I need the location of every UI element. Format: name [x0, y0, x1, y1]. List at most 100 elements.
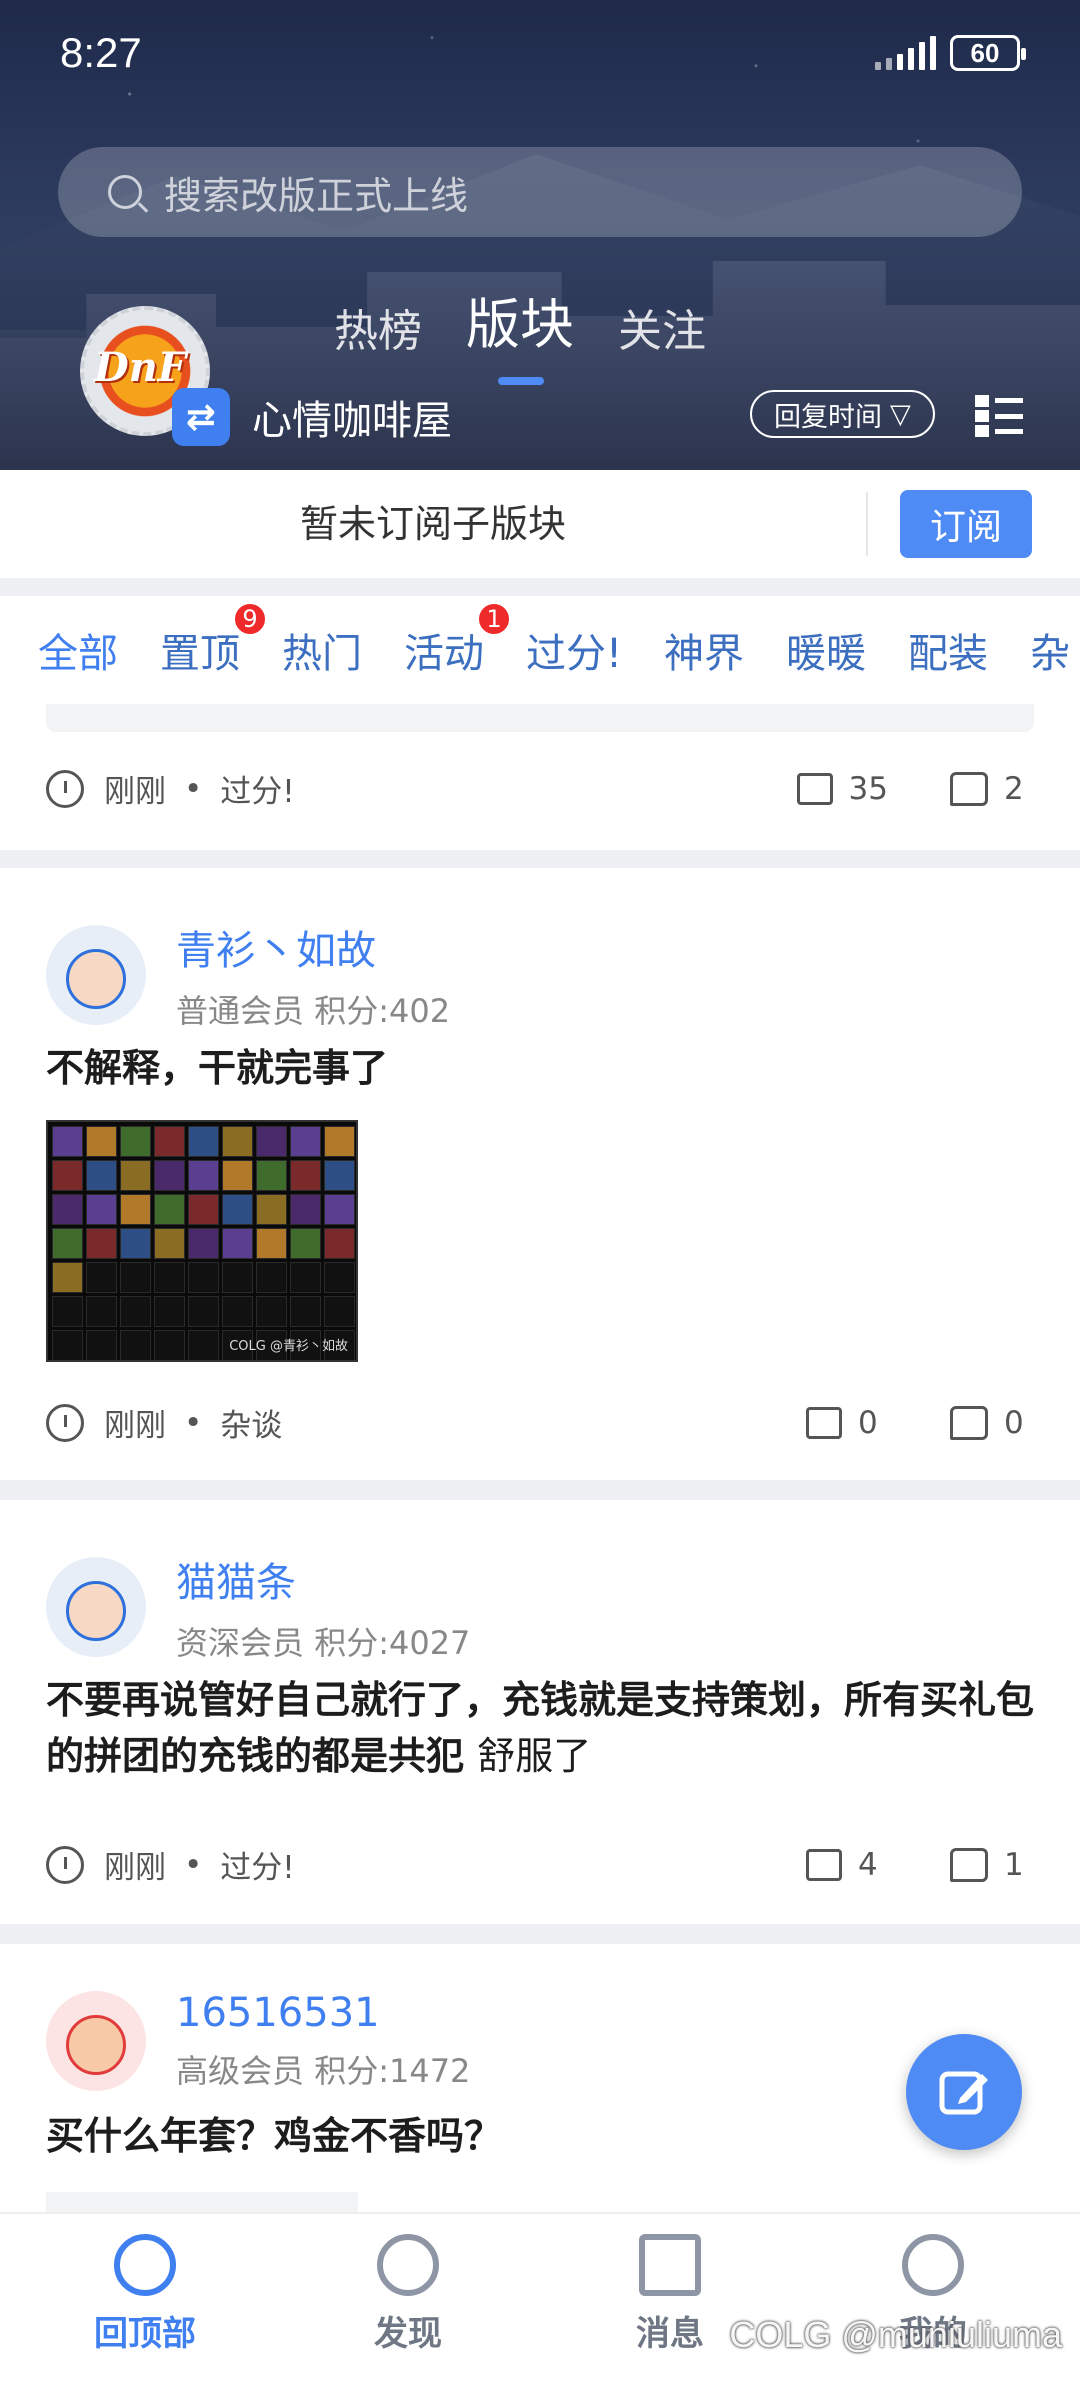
post-image[interactable]: COLG @青衫丶如故	[46, 1120, 358, 1362]
category-hot[interactable]: 热门	[282, 621, 362, 679]
thumbs-up-icon[interactable]	[950, 771, 988, 806]
post-time: 刚刚	[104, 774, 166, 810]
post-card[interactable]: 猫猫条 资深会员 积分:4027 不要再说管好自己就行了，充钱就是支持策划，所有…	[0, 1500, 1080, 1924]
post-author[interactable]: 猫猫条 资深会员 积分:4027	[46, 1550, 470, 1664]
separator-dot: •	[184, 1846, 203, 1883]
image-watermark: COLG @青衫丶如故	[229, 1339, 348, 1354]
board-switcher[interactable]: ⇄ 心情咖啡屋	[172, 388, 452, 446]
inventory-slot	[324, 1296, 355, 1327]
author-level: 资深会员 积分:4027	[176, 1618, 470, 1664]
inventory-slot	[290, 1296, 321, 1327]
inventory-slot	[86, 1262, 117, 1293]
category-misc[interactable]: 杂	[1030, 621, 1070, 679]
board-name: 心情咖啡屋	[252, 398, 452, 444]
category-label: 全部	[38, 631, 118, 677]
member-level: 高级会员	[176, 2052, 305, 2090]
author-name[interactable]: 青衫丶如故	[176, 918, 450, 976]
author-name[interactable]: 猫猫条	[176, 1550, 470, 1608]
post-card[interactable]: 刚刚 • 过分! 35 2	[0, 704, 1080, 850]
thumbs-up-icon[interactable]	[950, 1405, 988, 1440]
comment-count: 4	[858, 1846, 878, 1883]
post-meta: 刚刚 • 杂谈 0 0	[46, 1400, 1034, 1445]
category-label: 神界	[664, 631, 745, 677]
subscribe-bar: 暂未订阅子版块 订阅	[0, 470, 1080, 578]
avatar[interactable]	[46, 1557, 146, 1657]
inventory-slot	[154, 1228, 185, 1259]
category-gear[interactable]: 配装	[908, 621, 988, 679]
post-author[interactable]: 16516531 高级会员 积分:1472	[46, 1990, 470, 2092]
inventory-slot	[222, 1228, 253, 1259]
compose-button[interactable]	[906, 2034, 1022, 2150]
comment-icon[interactable]	[806, 1848, 842, 1881]
inventory-slot	[188, 1262, 219, 1293]
separator-dot: •	[184, 1404, 203, 1441]
inventory-slot	[222, 1194, 253, 1225]
clock-icon	[46, 1845, 84, 1884]
avatar[interactable]	[46, 925, 146, 1025]
notification-badge: 1	[476, 601, 512, 637]
category-label: 过分!	[526, 631, 623, 677]
author-info: 16516531 高级会员 积分:1472	[176, 1990, 470, 2092]
tab-boards[interactable]: 版块	[466, 280, 574, 385]
inventory-slot	[86, 1126, 117, 1157]
post-title[interactable]: 不解释，干就完事了	[46, 1040, 1034, 1096]
category-events[interactable]: 活动 1	[404, 601, 512, 679]
category-outrageous[interactable]: 过分!	[526, 621, 622, 679]
filter-icon: ▽	[890, 398, 911, 430]
tab-following[interactable]: 关注	[618, 295, 706, 359]
subscribe-button[interactable]: 订阅	[900, 490, 1032, 558]
tab-hot-list[interactable]: 热榜	[334, 295, 422, 359]
comment-icon[interactable]	[796, 772, 833, 805]
inventory-slot	[120, 1160, 151, 1191]
thumbs-up-icon[interactable]	[950, 1847, 988, 1882]
post-stats: 4 1	[806, 1847, 1034, 1883]
inventory-slot	[256, 1160, 287, 1191]
nav-discover[interactable]: 发现	[308, 2234, 508, 2355]
category-god-realm[interactable]: 神界	[664, 621, 744, 679]
author-name[interactable]: 16516531	[176, 1990, 470, 2036]
search-placeholder: 搜索改版正式上线	[164, 173, 469, 218]
nav-label: 发现	[374, 2314, 442, 2354]
nav-label: 回顶部	[94, 2314, 196, 2354]
search-input[interactable]: 搜索改版正式上线	[58, 147, 1022, 237]
post-category: 过分!	[220, 1850, 295, 1886]
sort-label: 回复时间	[774, 401, 882, 433]
inventory-slot	[256, 1262, 287, 1293]
inventory-slot	[256, 1194, 287, 1225]
post-title[interactable]: 不要再说管好自己就行了，充钱就是支持策划，所有买礼包的拼团的充钱的都是共犯 舒服…	[46, 1672, 1034, 1784]
inventory-slot	[188, 1330, 219, 1360]
inventory-slot	[222, 1126, 253, 1157]
swap-icon[interactable]: ⇄	[172, 388, 230, 446]
inventory-slot	[154, 1262, 185, 1293]
member-score: 积分:402	[314, 992, 451, 1030]
avatar-face	[66, 949, 126, 1009]
member-score: 积分:4027	[314, 1624, 471, 1662]
category-nuannuan[interactable]: 暖暖	[786, 621, 866, 679]
inventory-slot	[86, 1228, 117, 1259]
bottom-nav: 回顶部 发现 消息 我的 COLG @muniuliuma	[0, 2212, 1080, 2387]
inventory-slot	[154, 1296, 185, 1327]
member-level: 普通会员	[176, 992, 305, 1030]
comment-icon[interactable]	[806, 1406, 842, 1439]
inventory-slot	[120, 1194, 151, 1225]
inventory-slot	[290, 1160, 321, 1191]
avatar[interactable]	[46, 1991, 146, 2091]
clock-icon	[46, 1403, 84, 1442]
inventory-slot	[324, 1126, 355, 1157]
post-category: 杂谈	[220, 1408, 283, 1444]
category-pinned[interactable]: 置顶 9	[160, 601, 268, 679]
post-stats: 35 2	[796, 771, 1034, 807]
nav-back-to-top[interactable]: 回顶部	[45, 2234, 245, 2355]
inventory-slot	[188, 1228, 219, 1259]
category-label: 置顶	[160, 631, 240, 677]
post-card[interactable]: 青衫丶如故 普通会员 积分:402 不解释，干就完事了 COLG @青衫丶如故 …	[0, 868, 1080, 1480]
inventory-slot	[86, 1160, 117, 1191]
sort-button[interactable]: 回复时间 ▽	[750, 390, 935, 438]
post-title[interactable]: 买什么年套？鸡金不香吗？	[46, 2108, 1034, 2164]
category-all[interactable]: 全部	[38, 621, 118, 679]
post-author[interactable]: 青衫丶如故 普通会员 积分:402	[46, 918, 450, 1032]
inventory-slot	[120, 1126, 151, 1157]
list-layout-icon[interactable]	[975, 395, 1023, 437]
status-bar: 8:27 60	[60, 28, 1026, 78]
user-icon	[902, 2234, 964, 2296]
